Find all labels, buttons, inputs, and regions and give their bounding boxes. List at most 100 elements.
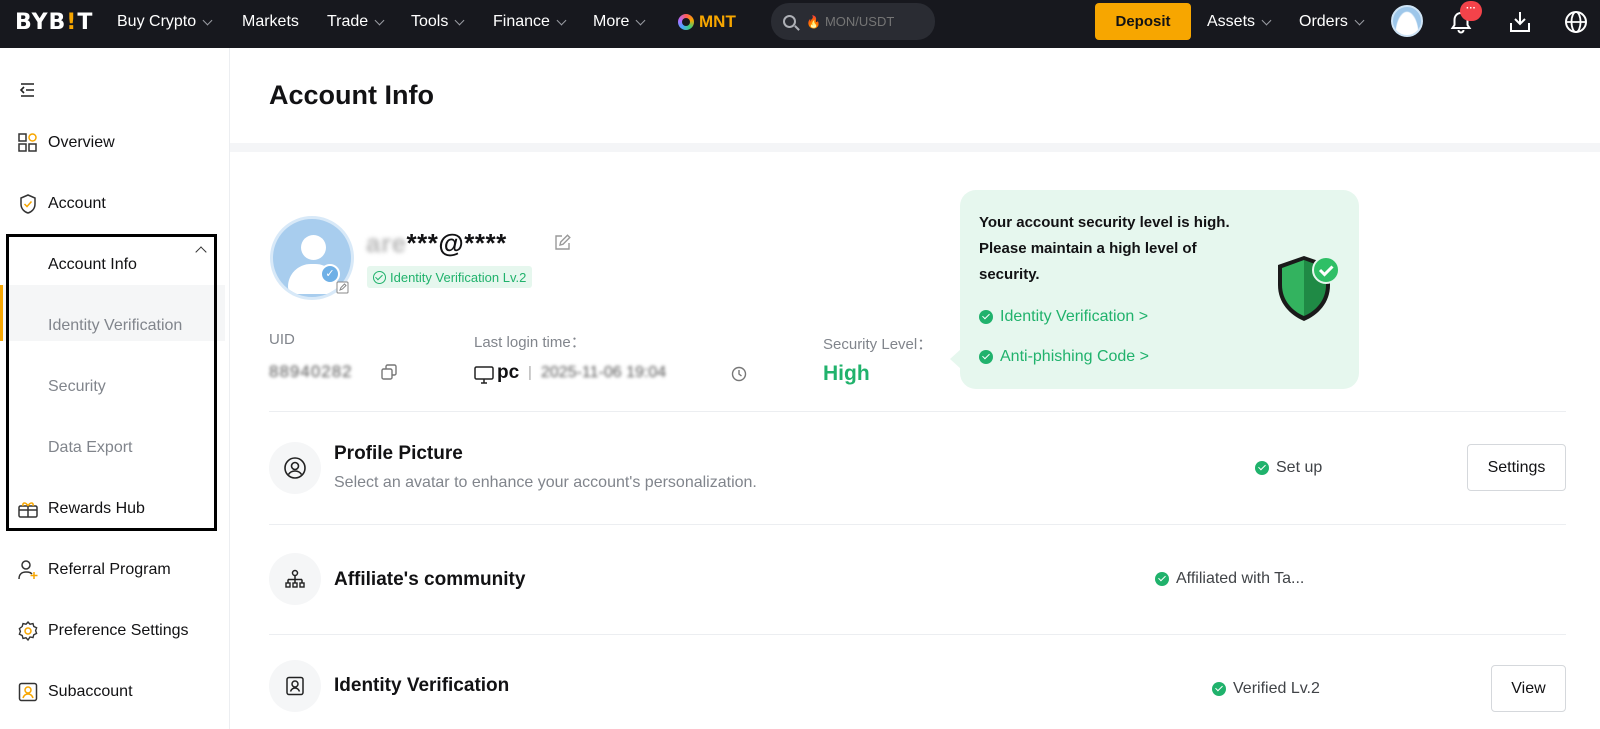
- chevron-down-icon: [374, 15, 385, 25]
- deposit-button[interactable]: Deposit: [1095, 3, 1191, 40]
- sidebar-item-label: Rewards Hub: [48, 500, 145, 517]
- separator: |: [528, 364, 532, 381]
- sidebar-item-label: Overview: [48, 134, 115, 151]
- nav-more[interactable]: More: [593, 13, 646, 31]
- tip-link-label: Identity Verification >: [1000, 308, 1149, 325]
- edit-nickname-icon[interactable]: [553, 234, 571, 252]
- nav-label: Trade: [327, 13, 369, 30]
- check-circle-icon: [1255, 461, 1269, 475]
- sidebar-subitem-identity-verification[interactable]: Identity Verification: [48, 317, 182, 335]
- user-avatar[interactable]: [1391, 5, 1423, 37]
- email-hidden-part: are: [366, 228, 407, 258]
- settings-button[interactable]: Settings: [1467, 444, 1566, 491]
- security-level-value: High: [823, 362, 870, 385]
- search-icon: [783, 15, 796, 28]
- status-profile-picture: Set up: [1255, 459, 1322, 477]
- clock-icon[interactable]: [731, 366, 747, 382]
- divider: [269, 524, 1566, 525]
- copy-icon[interactable]: [381, 364, 397, 380]
- mnt-token-link[interactable]: MNT: [678, 12, 736, 32]
- status-label: Affiliated with Ta...: [1176, 570, 1305, 587]
- nav-label: Buy Crypto: [117, 13, 197, 30]
- nav-assets[interactable]: Assets: [1207, 13, 1272, 31]
- sidebar-item-label: Referral Program: [48, 561, 171, 578]
- last-login-label: Last login time：: [474, 334, 586, 351]
- search-input[interactable]: [824, 14, 935, 29]
- subaccount-icon: [18, 682, 38, 702]
- status-identity-verification: Verified Lv.2: [1212, 680, 1320, 698]
- row-title-profile-picture: Profile Picture: [334, 443, 463, 464]
- sidebar-item-label: Subaccount: [48, 683, 133, 700]
- row-title-affiliate-community: Affiliate's community: [334, 569, 526, 590]
- mnt-label: MNT: [699, 12, 736, 31]
- email-masked-part: ***@****: [406, 228, 507, 258]
- divider: [269, 411, 1566, 412]
- section-divider-band: [230, 143, 1600, 152]
- sidebar-item-label: Preference Settings: [48, 622, 189, 639]
- check-circle-icon: [979, 310, 993, 324]
- nav-finance[interactable]: Finance: [493, 13, 567, 31]
- kyc-level-chip[interactable]: Identity Verification Lv.2: [367, 266, 533, 288]
- row-title-identity-verification: Identity Verification: [334, 675, 510, 696]
- bybit-logo[interactable]: BYB!T: [15, 10, 93, 35]
- annotation-highlight-box: [6, 234, 217, 531]
- notification-badge: ···: [1460, 1, 1482, 21]
- org-chart-icon: [285, 569, 305, 588]
- tip-link-label: Anti-phishing Code >: [1000, 348, 1149, 365]
- monitor-icon: [474, 366, 494, 384]
- gear-icon: [18, 620, 38, 642]
- chevron-down-icon: [1354, 15, 1365, 25]
- sidebar-item-referral-program[interactable]: Referral Program: [0, 550, 230, 590]
- row-desc-profile-picture: Select an avatar to enhance your account…: [334, 474, 757, 491]
- identity-row-icon: [269, 660, 321, 712]
- check-circle-icon: [979, 350, 993, 364]
- sidebar-item-rewards-hub[interactable]: Rewards Hub: [0, 489, 230, 529]
- security-tip-text: Your account security level is high. Ple…: [979, 214, 1230, 283]
- link-identity-verification[interactable]: Identity Verification >: [979, 308, 1148, 326]
- sidebar-item-label: Account: [48, 195, 106, 212]
- mnt-logo-icon: [678, 14, 694, 30]
- fire-icon: 🔥: [806, 14, 821, 29]
- shield-check-icon: [20, 194, 36, 214]
- sidebar-item-preference-settings[interactable]: Preference Settings: [0, 611, 230, 651]
- sidebar-item-account[interactable]: Account: [0, 184, 230, 224]
- nav-markets[interactable]: Markets: [242, 13, 299, 31]
- uid-value: 88940282: [269, 362, 353, 381]
- edit-avatar-icon[interactable]: [336, 281, 349, 294]
- search-box[interactable]: 🔥: [771, 3, 935, 40]
- security-level-label: Security Level：: [823, 336, 933, 353]
- avatar-head-shape: [301, 235, 326, 260]
- nav-buy-crypto[interactable]: Buy Crypto: [117, 13, 213, 31]
- kyc-chip-label: Identity Verification Lv.2: [390, 269, 527, 285]
- check-circle-icon: [1155, 572, 1169, 586]
- check-circle-icon: [1212, 682, 1226, 696]
- check-circle-icon: [373, 270, 386, 284]
- sidebar-item-subaccount[interactable]: Subaccount: [0, 672, 230, 712]
- status-affiliate-community: Affiliated with Ta...: [1155, 570, 1304, 588]
- referral-icon: [18, 560, 38, 580]
- sidebar-subitem-data-export[interactable]: Data Export: [48, 439, 132, 457]
- chevron-down-icon: [454, 15, 465, 25]
- masked-email: are***@****: [366, 228, 507, 259]
- nav-label: Markets: [242, 13, 299, 30]
- chevron-up-icon[interactable]: [195, 246, 207, 258]
- globe-icon[interactable]: [1563, 9, 1589, 35]
- nav-trade[interactable]: Trade: [327, 13, 385, 31]
- affiliate-row-icon: [269, 553, 321, 605]
- sidebar-subitem-security[interactable]: Security: [48, 378, 106, 396]
- nav-orders[interactable]: Orders: [1299, 13, 1365, 31]
- overview-icon: [18, 133, 37, 152]
- sidebar-item-overview[interactable]: Overview: [0, 123, 230, 163]
- chevron-down-icon: [202, 15, 213, 25]
- collapse-sidebar-icon[interactable]: [18, 82, 36, 98]
- sidebar-subitem-account-info[interactable]: Account Info: [48, 256, 137, 274]
- top-navigation-bar: BYB!T Buy Crypto Markets Trade Tools Fin…: [0, 0, 1600, 48]
- status-label: Verified Lv.2: [1233, 680, 1320, 697]
- chevron-down-icon: [556, 15, 567, 25]
- nav-tools[interactable]: Tools: [411, 13, 465, 31]
- download-icon[interactable]: [1507, 9, 1533, 35]
- view-button[interactable]: View: [1491, 665, 1566, 712]
- security-shield-icon: [1278, 256, 1340, 321]
- profile-picture-row-icon: [269, 442, 321, 494]
- link-anti-phishing-code[interactable]: Anti-phishing Code >: [979, 348, 1149, 366]
